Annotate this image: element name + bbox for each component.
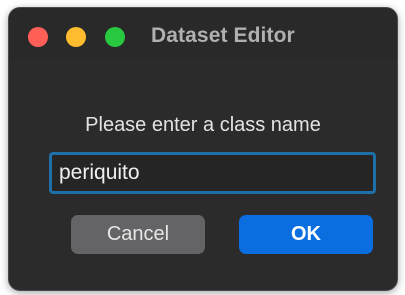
class-name-input[interactable]	[52, 155, 373, 191]
class-name-field	[49, 152, 376, 194]
dialog-prompt: Please enter a class name	[85, 114, 321, 136]
maximize-button[interactable]	[105, 27, 125, 47]
minimize-button[interactable]	[66, 27, 86, 47]
dialog-window: Dataset Editor Please enter a class name…	[8, 7, 398, 291]
title-bar: Dataset Editor	[9, 8, 397, 60]
cancel-button[interactable]: Cancel	[71, 215, 205, 254]
close-button[interactable]	[28, 27, 48, 47]
window-title: Dataset Editor	[151, 24, 295, 47]
ok-button[interactable]: OK	[239, 215, 373, 254]
